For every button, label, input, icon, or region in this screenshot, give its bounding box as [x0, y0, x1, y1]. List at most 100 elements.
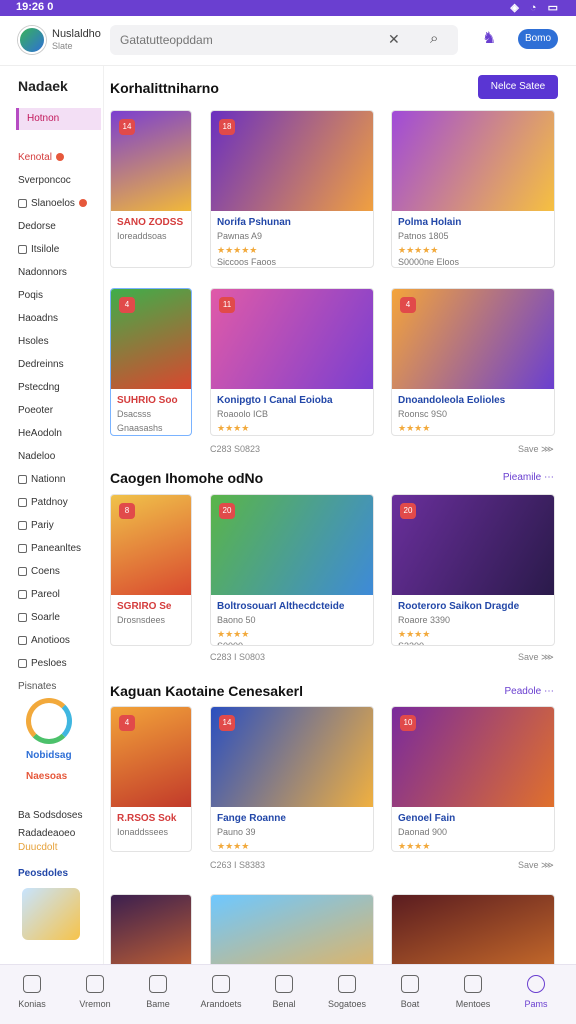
bottom-tab[interactable]: Pams — [506, 971, 566, 1019]
sidebar-item-label: Soarle — [31, 612, 60, 623]
section-button[interactable]: Nelce Satee — [478, 75, 558, 99]
game-art — [392, 707, 554, 807]
sidebar-item[interactable]: Patdnoy — [18, 497, 68, 508]
sidebar-item-label: Poqis — [18, 290, 44, 301]
game-card[interactable]: 4 SUHRIO Soo Dsacsss Gnaasashs — [110, 288, 192, 436]
game-art — [211, 707, 373, 807]
game-meta: Ssce — [398, 435, 418, 436]
status-time: 19:26 0 — [16, 1, 54, 13]
header-button[interactable]: Bomo — [518, 29, 558, 49]
sidebar-item[interactable]: Pstecdng — [18, 382, 60, 393]
sidebar-item[interactable]: Slanoelos — [18, 198, 87, 209]
tab-label: Mentoes — [455, 999, 491, 1009]
sidebar-item[interactable]: Pareol — [18, 589, 60, 600]
game-card[interactable]: 18 Norifa Pshunan Pawnas A9 ★★★★★ Siccoos Fa… — [210, 110, 374, 268]
tab-icon — [401, 975, 419, 993]
sidebar-item[interactable]: HeAodoln — [18, 428, 62, 439]
sidebar-item[interactable]: Dedorse — [18, 221, 56, 232]
promo-logo-icon[interactable] — [26, 698, 72, 744]
sidebar-extra-2: Radadeaoeo — [18, 828, 76, 839]
save-link[interactable]: Save ⋙ — [518, 860, 554, 871]
sidebar-item[interactable]: Nadeloo — [18, 451, 55, 462]
sidebar-promo-label: Pisnates — [18, 681, 57, 692]
section-link-2[interactable]: Pieamile ⋯ — [503, 472, 554, 483]
sidebar-item[interactable]: Dedreinns — [18, 359, 64, 370]
tab-icon — [23, 975, 41, 993]
sidebar-item[interactable]: Nationn — [18, 474, 65, 485]
tab-label: Vremon — [79, 999, 111, 1009]
sidebar-item[interactable]: Coens — [18, 566, 60, 577]
sidebar-item[interactable]: Paneanltes — [18, 543, 81, 554]
profile-icon[interactable]: ♞ — [482, 28, 496, 48]
rating-badge: 20 — [219, 503, 235, 519]
sidebar-item-label: Patdnoy — [31, 497, 68, 508]
game-card[interactable]: 14 SANO ZODSS Ioreaddsoas — [110, 110, 192, 268]
game-card[interactable]: 20 BoltrosouarI Althecdcteide Baono 50 ★★★★… — [210, 494, 374, 646]
sidebar-item[interactable]: Anotioos — [18, 635, 70, 646]
sidebar-item[interactable]: Kenotal — [18, 152, 64, 163]
game-subtitle: Ionaddssees — [117, 827, 169, 837]
game-art — [211, 895, 373, 964]
bottom-tab[interactable]: Benal — [254, 971, 314, 1019]
sidebar-item[interactable]: Pesloes — [18, 658, 67, 669]
game-art — [392, 495, 554, 595]
bottom-tab[interactable]: Konias — [2, 971, 62, 1019]
sidebar-item[interactable]: Poqis — [18, 290, 43, 301]
search-input[interactable] — [110, 25, 370, 55]
sidebar-item[interactable]: Hsoles — [18, 336, 49, 347]
bottom-tab[interactable]: Mentoes — [443, 971, 503, 1019]
promo-text: Naesoas — [26, 771, 68, 782]
rating-badge: 10 — [400, 715, 416, 731]
notification-dot-icon — [55, 153, 64, 162]
avatar[interactable] — [18, 26, 46, 54]
close-icon[interactable]: ✕ — [388, 31, 400, 48]
bottom-tab[interactable]: Bame — [128, 971, 188, 1019]
row-info: C263 I S8383 — [210, 860, 266, 870]
game-card[interactable]: 4 Dnoandoleola Eolioles Roonsc 9S0 ★★★★ Ssce — [391, 288, 555, 436]
game-subtitle: Ioreaddsoas — [117, 231, 167, 241]
game-card[interactable]: Polma Holain Patnos 1805 ★★★★★ S0000ne Eloo… — [391, 110, 555, 268]
sidebar-item-label: Kenotal — [18, 152, 52, 163]
bottom-tab[interactable]: Arandoets — [191, 971, 251, 1019]
rating-stars: ★★★★ — [217, 629, 250, 639]
game-title: Fange Roanne — [217, 813, 286, 824]
row-info: C283 S0823 — [210, 444, 261, 454]
sidebar-item[interactable]: Haoadns — [18, 313, 58, 324]
bottom-tab[interactable]: Boat — [380, 971, 440, 1019]
game-card[interactable] — [110, 894, 192, 964]
game-subtitle: Roaoolo ICB — [217, 409, 269, 419]
search-icon[interactable]: ⌕ — [430, 30, 438, 47]
game-card[interactable] — [391, 894, 555, 964]
sidebar-thumbnail[interactable] — [22, 888, 80, 940]
game-card[interactable]: 11 Konipgto I Canal Eoioba Roaoolo ICB ★★★★… — [210, 288, 374, 436]
sidebar-item[interactable]: Nadonnors — [18, 267, 67, 278]
game-card[interactable] — [210, 894, 374, 964]
sidebar-title: Nadaek — [18, 78, 68, 94]
sidebar-item-label: Dedreinns — [18, 359, 64, 370]
item-icon — [18, 244, 27, 254]
sidebar-item-active[interactable]: Hotnon — [16, 108, 101, 130]
sidebar-item-label: Itsilole — [31, 244, 60, 255]
bottom-tab[interactable]: Vremon — [65, 971, 125, 1019]
rating-stars: ★★★★★ — [398, 245, 439, 255]
game-card[interactable]: 4 R.RSOS Sok Ionaddssees — [110, 706, 192, 852]
sidebar-item-label: Nadeloo — [18, 451, 56, 462]
rating-stars: ★★★★★ — [217, 245, 258, 255]
section-link-3[interactable]: Peadole ⋯ — [505, 686, 554, 697]
save-link[interactable]: Save ⋙ — [518, 652, 554, 663]
game-card[interactable]: 14Fange RoannePauno 39★★★★S00001 — [210, 706, 374, 852]
game-subtitle: Pauno 39 — [217, 827, 256, 837]
bottom-tab[interactable]: Sogatoes — [317, 971, 377, 1019]
sidebar-item[interactable]: Poeoter — [18, 405, 53, 416]
tab-label: Pams — [524, 999, 548, 1009]
game-card[interactable]: 8 SGRIRO Se Drosnsdees — [110, 494, 192, 646]
save-link[interactable]: Save ⋙ — [518, 444, 554, 455]
sidebar-item[interactable]: Sverponcoc — [18, 175, 71, 186]
item-icon — [18, 612, 27, 622]
sidebar-item[interactable]: Pariy — [18, 520, 54, 531]
sidebar-bottom-label[interactable]: Peosdoles — [18, 868, 68, 879]
sidebar-item[interactable]: Soarle — [18, 612, 60, 623]
sidebar-item[interactable]: Itsilole — [18, 244, 59, 255]
game-card[interactable]: 10Genoel FainDaonad 900★★★★300T — [391, 706, 555, 852]
game-card[interactable]: 20 Rooteroro Saikon Dragde Roaore 3390 ★★★★… — [391, 494, 555, 646]
